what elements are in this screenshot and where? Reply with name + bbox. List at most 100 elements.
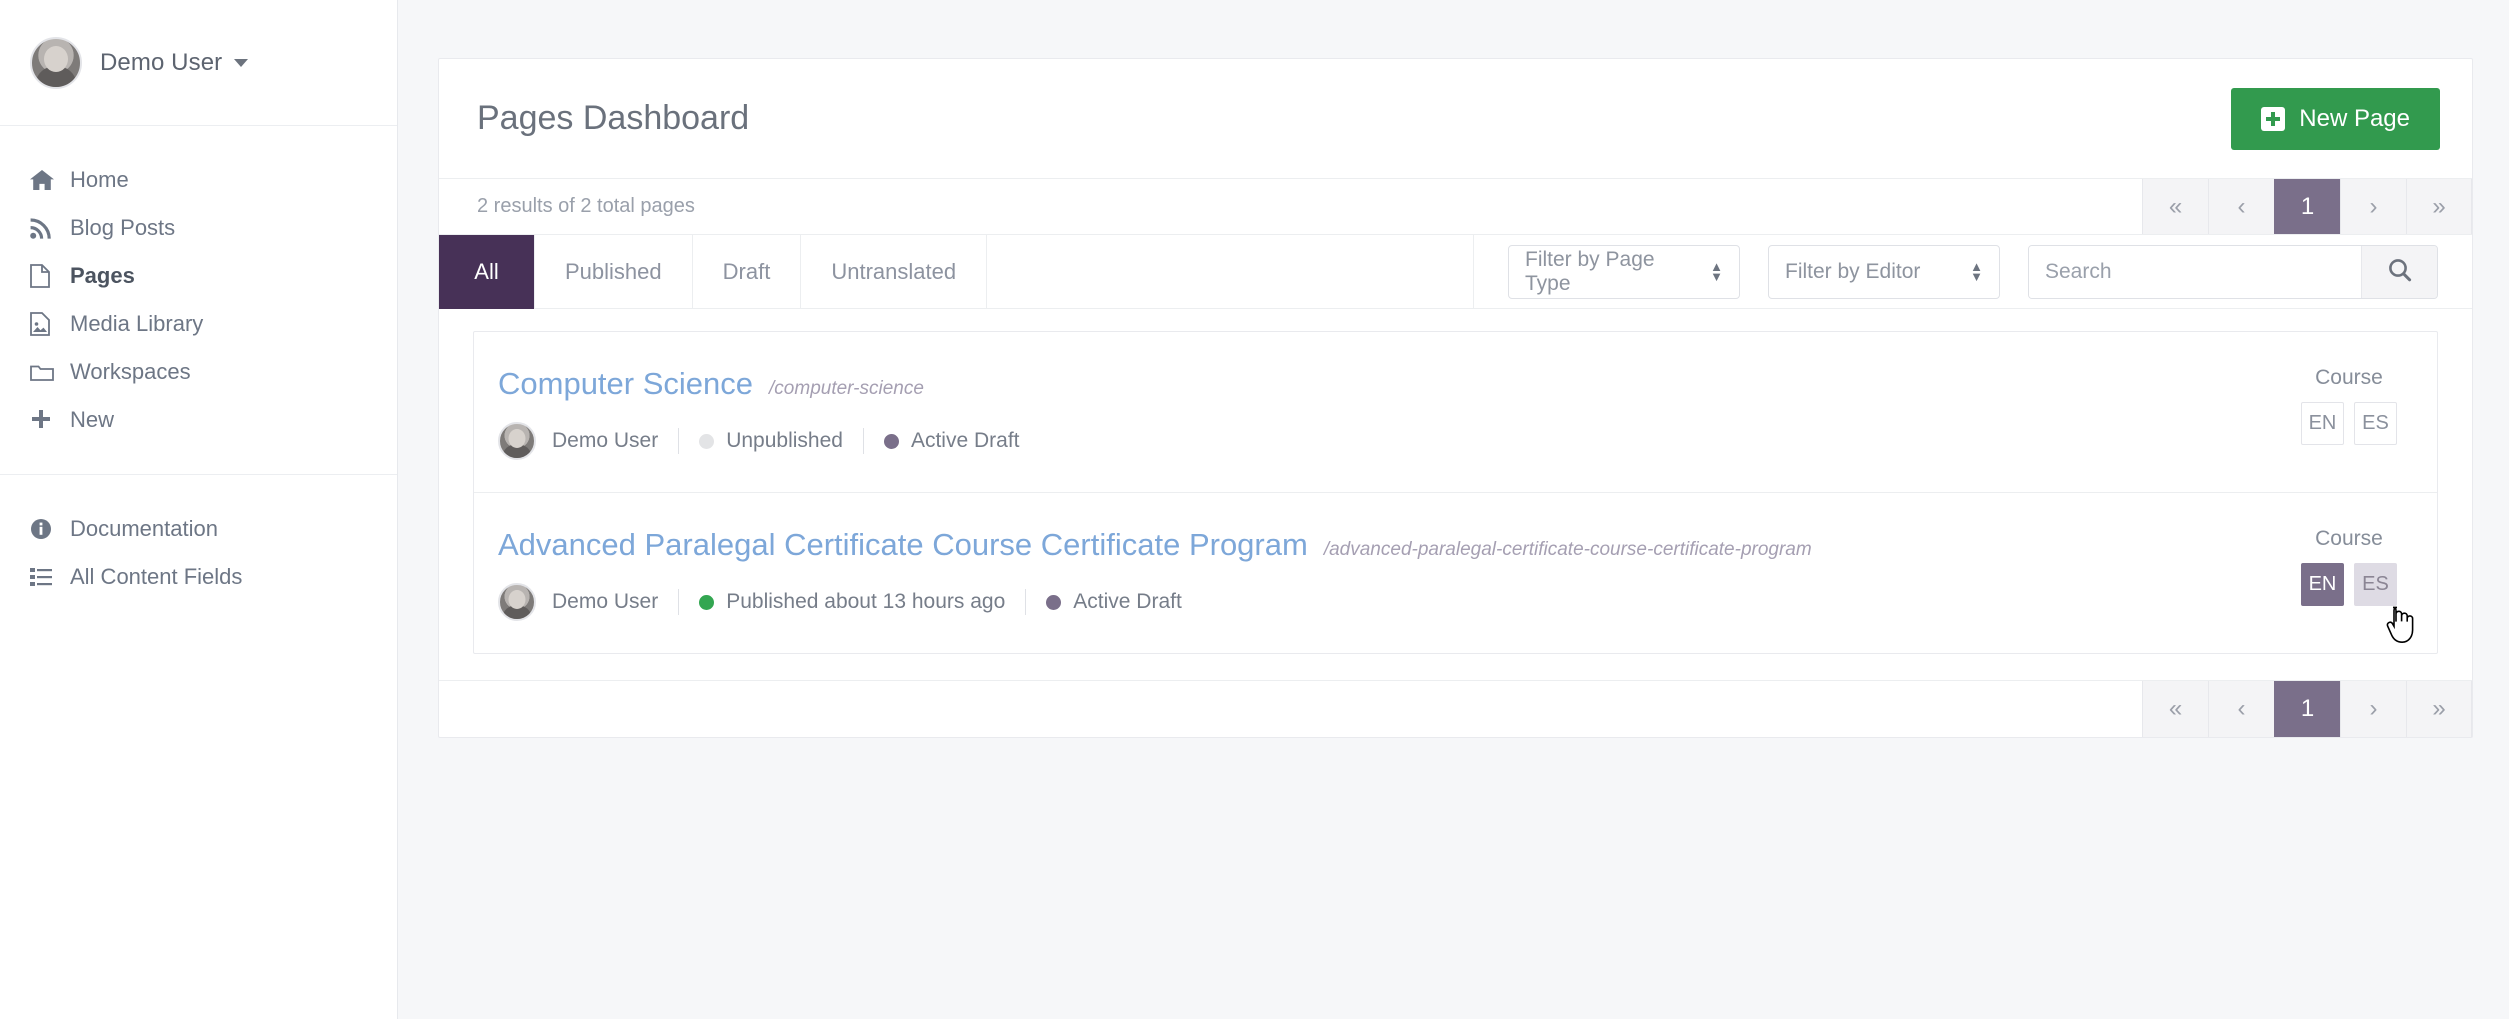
sidebar-item-all-content-fields[interactable]: All Content Fields (0, 553, 397, 601)
page-type-label: Course (2315, 527, 2383, 550)
page-type-label: Course (2315, 366, 2383, 389)
search-input[interactable] (2029, 245, 2361, 298)
language-badges: EN ES (2287, 563, 2411, 606)
plus-icon (30, 409, 64, 431)
chevron-down-icon (234, 58, 249, 67)
status-label: Unpublished (726, 429, 843, 452)
search-icon (2387, 257, 2413, 286)
user-name: Demo User (100, 48, 223, 76)
page-row-side: Course EN ES (2287, 366, 2437, 445)
filter-controls: Filter by Page Type ▲ ▼ Filter by Editor … (1474, 244, 2472, 299)
status-badge: Published about 13 hours ago (699, 590, 1005, 614)
language-badge-es[interactable]: ES (2354, 402, 2397, 445)
tab-draft[interactable]: Draft (693, 234, 802, 309)
status-dot-icon (699, 594, 715, 610)
results-summary: 2 results of 2 total pages (477, 195, 695, 217)
file-icon (30, 264, 64, 288)
card-header: Pages Dashboard New Page (439, 59, 2472, 178)
draft-label: Active Draft (1073, 590, 1182, 613)
sidebar-nav-secondary: Documentation All Content Fields (0, 474, 397, 631)
sidebar-item-workspaces[interactable]: Workspaces (0, 348, 397, 396)
sidebar-item-label: New (70, 407, 115, 432)
pagination-last[interactable]: » (2406, 681, 2472, 737)
page-type-select-value: Filter by Page Type (1525, 247, 1655, 295)
avatar (30, 36, 82, 89)
user-menu[interactable]: Demo User (0, 0, 397, 126)
sidebar-item-pages[interactable]: Pages (0, 252, 397, 300)
pagination-next[interactable]: › (2340, 681, 2406, 737)
sidebar-item-label: Workspaces (70, 359, 191, 384)
page-slug: /computer-science (769, 378, 924, 399)
page-row-side: Course EN ES (2287, 527, 2437, 644)
pagination-prev[interactable]: ‹ (2208, 681, 2274, 737)
home-icon (30, 169, 64, 191)
search-button[interactable] (2361, 245, 2437, 298)
select-arrows-icon: ▲ ▼ (1970, 258, 1983, 284)
list-icon (30, 567, 64, 587)
card-footer: « ‹ 1 › » (439, 680, 2472, 737)
language-badges: EN ES (2287, 402, 2411, 445)
pagination-top: « ‹ 1 › » (2142, 179, 2472, 234)
draft-badge: Active Draft (883, 429, 1020, 453)
page-author: Demo User (552, 429, 659, 452)
select-arrows-icon: ▲ ▼ (1710, 258, 1723, 284)
filter-tabs: All Published Draft Untranslated (439, 234, 988, 309)
avatar (498, 583, 536, 621)
status-label: Published about 13 hours ago (726, 590, 1006, 613)
page-title-link[interactable]: Advanced Paralegal Certificate Course Ce… (498, 527, 1308, 563)
filter-spacer (987, 234, 1474, 309)
pagination-next[interactable]: › (2340, 179, 2406, 234)
sidebar-item-label: Pages (70, 263, 135, 288)
sidebar-item-label: All Content Fields (70, 564, 243, 589)
search-group (2028, 244, 2438, 299)
page-row-title-row: Computer Science /computer-science (498, 366, 1020, 402)
language-badge-es[interactable]: ES (2354, 563, 2397, 606)
new-page-button[interactable]: New Page (2231, 87, 2440, 150)
pagination-first[interactable]: « (2142, 681, 2208, 737)
sidebar-item-label: Home (70, 167, 129, 192)
page-row-meta: Demo User Published about 13 hours ago A… (498, 583, 1812, 621)
page-type-select[interactable]: Filter by Page Type ▲ ▼ (1508, 244, 1740, 299)
page-title: Pages Dashboard (477, 99, 750, 137)
sidebar-item-blog-posts[interactable]: Blog Posts (0, 204, 397, 252)
plus-square-icon (2261, 106, 2286, 131)
image-file-icon (30, 312, 64, 336)
app-root: Demo User Home Blog Posts Pages Media Li… (0, 0, 2509, 1019)
pagination-page-1[interactable]: 1 (2274, 179, 2340, 234)
sidebar-item-label: Media Library (70, 311, 204, 336)
page-title-link[interactable]: Computer Science (498, 366, 753, 402)
page-row-main: Advanced Paralegal Certificate Course Ce… (474, 527, 1812, 621)
pagination-page-1[interactable]: 1 (2274, 681, 2340, 737)
divider (862, 428, 864, 454)
sidebar-item-home[interactable]: Home (0, 156, 397, 204)
avatar (498, 422, 536, 460)
info-icon (30, 518, 64, 540)
new-page-button-label: New Page (2299, 104, 2410, 132)
pagination-prev[interactable]: ‹ (2208, 179, 2274, 234)
editor-select[interactable]: Filter by Editor ▲ ▼ (1768, 244, 2000, 299)
language-badge-en[interactable]: EN (2301, 563, 2344, 606)
language-badge-en[interactable]: EN (2301, 402, 2344, 445)
sidebar: Demo User Home Blog Posts Pages Media Li… (0, 0, 398, 1019)
sidebar-item-media-library[interactable]: Media Library (0, 300, 397, 348)
tab-untranslated[interactable]: Untranslated (801, 234, 988, 309)
page-row-meta: Demo User Unpublished Active Draft (498, 422, 1020, 460)
page-slug: /advanced-paralegal-certificate-course-c… (1323, 539, 1812, 560)
folder-icon (30, 362, 64, 382)
rss-icon (30, 217, 64, 239)
tab-all[interactable]: All (439, 234, 535, 309)
draft-dot-icon (883, 433, 899, 449)
table-row: Advanced Paralegal Certificate Course Ce… (474, 492, 2437, 653)
pages-list-wrap: Computer Science /computer-science Demo … (439, 309, 2472, 680)
divider (1025, 589, 1027, 615)
pagination-first[interactable]: « (2142, 179, 2208, 234)
sidebar-item-new[interactable]: New (0, 396, 397, 444)
pagination-last[interactable]: » (2406, 179, 2472, 234)
status-dot-icon (699, 433, 715, 449)
sidebar-item-documentation[interactable]: Documentation (0, 505, 397, 553)
tab-published[interactable]: Published (535, 234, 693, 309)
sidebar-item-label: Documentation (70, 516, 218, 541)
page-row-title-row: Advanced Paralegal Certificate Course Ce… (498, 527, 1812, 563)
sidebar-nav-primary: Home Blog Posts Pages Media Library Work… (0, 126, 397, 474)
filter-bar: All Published Draft Untranslated Filter … (439, 234, 2472, 309)
